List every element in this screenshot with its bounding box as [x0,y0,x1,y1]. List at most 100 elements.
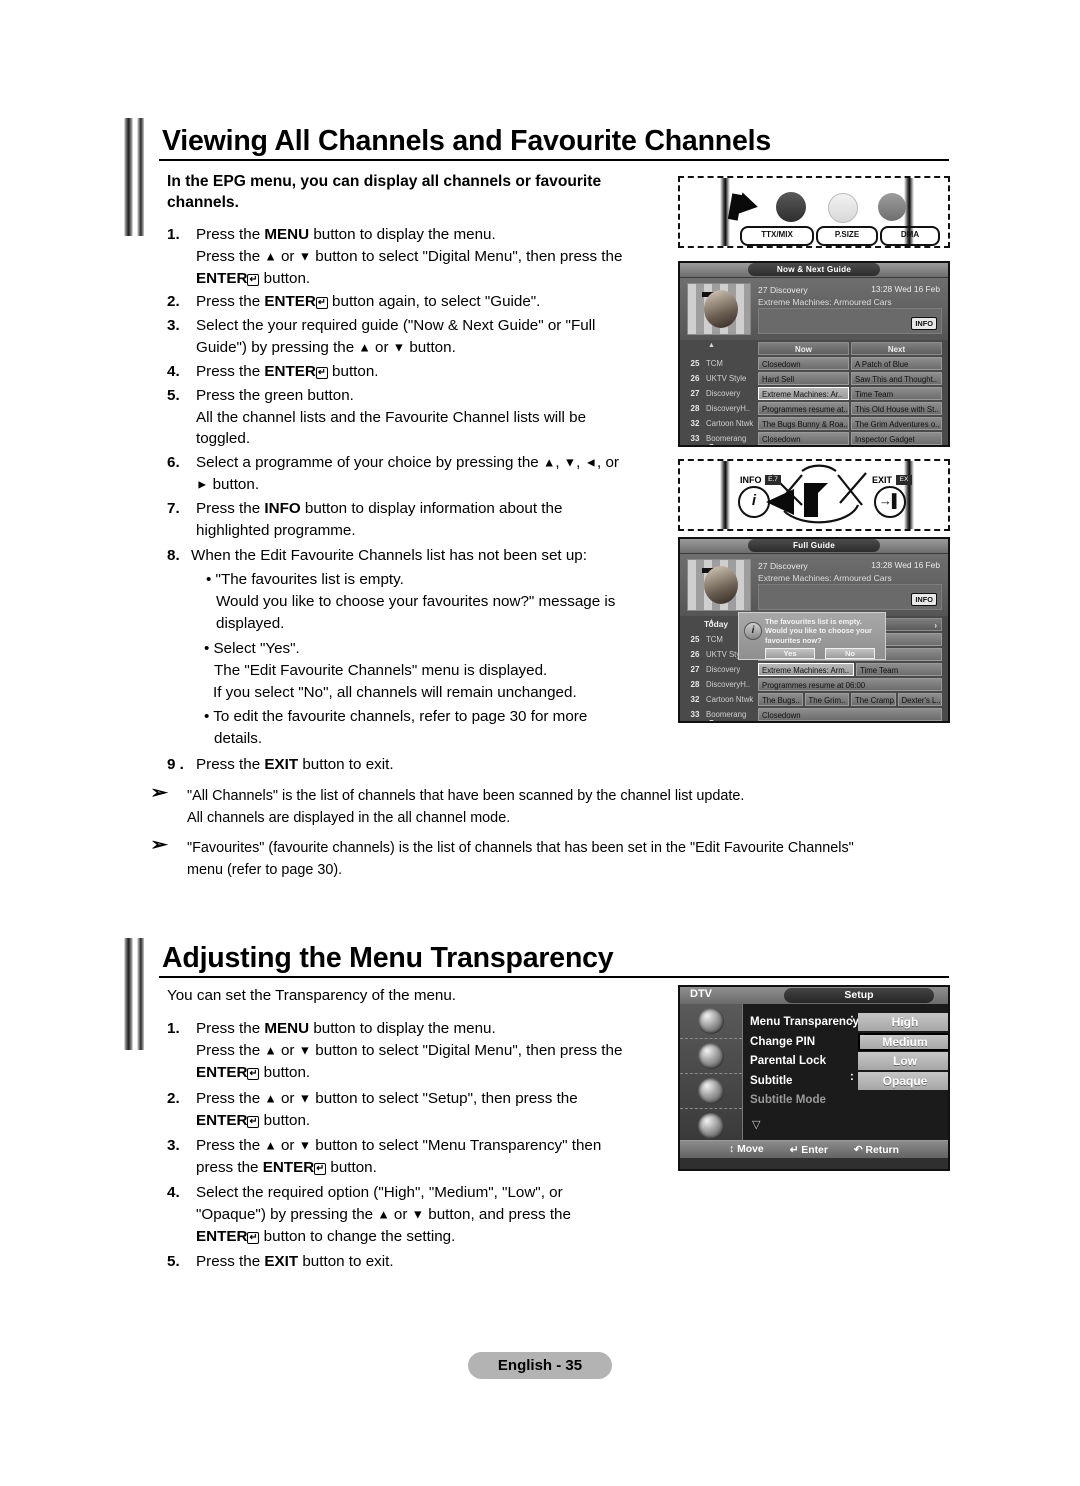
guide-grid: ▲ Now Next 25 TCM Closedown A Patch of B… [680,340,948,445]
white-button[interactable] [828,193,858,223]
cell-programme[interactable]: The Bugs.. [758,693,803,706]
cell-next[interactable]: Inspector Gadget [851,432,942,445]
option-low[interactable]: Low [858,1052,948,1070]
page-footer-badge: English - 35 [468,1352,612,1379]
option-opaque[interactable]: Opaque [858,1071,948,1090]
sidebar-item-picture[interactable] [680,1039,742,1074]
channel-number: 28 [690,680,700,689]
note-arrow-icon: ➢ [150,835,169,854]
sidebar-item-other[interactable] [680,1109,742,1143]
scroll-up-icon[interactable]: ▲ [708,618,715,625]
table-row[interactable]: 33 Boomerang Closedown [684,708,944,721]
step-number: 9 . [167,756,184,773]
bullet-continuation: details. [214,730,263,747]
footer-return[interactable]: ↶ Return [854,1144,899,1156]
table-row[interactable]: 28 DiscoveryH.. Programmes resume at.. T… [684,402,944,415]
note-text: "All Channels" is the list of channels t… [187,786,957,829]
programme-name: Extreme Machines: Armoured Cars [758,297,892,307]
no-button[interactable]: No [825,647,875,659]
scroll-down-icon[interactable]: ▼ [708,443,715,445]
table-row[interactable]: 33 Boomerang Closedown Inspector Gadget [684,432,944,445]
osd-title: Now & Next Guide [748,263,880,276]
cell-next[interactable]: Saw This and Thought.. [851,372,942,385]
cell-programme[interactable]: Time Team [856,663,942,676]
page-number-label: English - 35 [497,1357,583,1374]
programme-thumbnail [687,283,751,335]
grey-button[interactable] [878,193,906,221]
footer-enter[interactable]: ↵ Enter [790,1144,828,1156]
step-number: 1. [167,1020,180,1037]
sidebar-item-channel[interactable] [680,1004,742,1039]
table-row-selected[interactable]: 27 Discovery Extreme Machines: Arm.. Tim… [684,663,944,676]
table-row[interactable]: 26 UKTV Style Hard Sell Saw This and Tho… [684,372,944,385]
scroll-up-icon[interactable]: ▲ [708,342,715,349]
table-row-selected[interactable]: 27 Discovery Extreme Machines: Ar.. Time… [684,387,944,400]
cell-now[interactable]: Closedown [758,432,849,445]
column-header-next: Next [851,342,942,355]
exit-button[interactable]: →▌ [874,486,906,518]
step-text: Press the MENU button to display the men… [196,1020,623,1081]
cell-now-selected[interactable]: Extreme Machines: Ar.. [758,387,849,400]
green-button[interactable] [776,192,806,222]
cell-next[interactable]: A Patch of Blue [851,357,942,370]
setup-item-list: Menu Transparency Change PIN Parental Lo… [750,1012,859,1110]
table-row[interactable]: 32 Cartoon Ntwk The Bugs.. The Grim.. Th… [684,693,944,706]
cell-next[interactable]: Time Team [851,387,942,400]
bullet-item: • Select "Yes". [204,640,300,657]
channel-number: 32 [690,419,700,428]
clock: 13:28 Wed 16 Feb [871,284,940,294]
yes-button[interactable]: Yes [765,647,815,659]
option-high[interactable]: High [858,1013,948,1031]
dialog-message-line: favourites now? [765,635,822,645]
note-line: menu (refer to page 30). [187,861,343,878]
bullet-item: • To edit the favourite channels, refer … [204,708,588,725]
category-rail [680,1004,743,1140]
note-text: "Favourites" (favourite channels) is the… [187,838,967,881]
cell-programme[interactable]: Programmes resume at 06:00 [758,678,942,691]
table-row[interactable]: 28 DiscoveryH.. Programmes resume at 06:… [684,678,944,691]
step-number: 4. [167,363,180,380]
cell-programme[interactable]: Dexter's L.. [897,693,942,706]
channel-number: 27 [690,665,700,674]
cell-now[interactable]: Programmes resume at.. [758,402,849,415]
cell-now[interactable]: Hard Sell [758,372,849,385]
cell-programme[interactable]: The Grim.. [804,693,849,706]
osd-info-panel: 27 Discovery Extreme Machines: Armoured … [680,554,948,616]
cell-programme[interactable]: The Cramp.. [851,693,896,706]
setup-item-menu-transparency[interactable]: Menu Transparency [750,1012,859,1032]
section-intro-1: In the EPG menu, you can display all cha… [167,173,602,211]
step-text: Press the EXIT button to exit. [196,756,394,773]
setup-title: Setup [784,988,934,1003]
dialog-message-line: Would you like to choose your [765,626,873,636]
setup-item-change-pin[interactable]: Change PIN [750,1032,859,1052]
info-badge: INFO [911,317,937,330]
table-row[interactable]: 32 Cartoon Ntwk The Bugs Bunny & Roa.. T… [684,417,944,430]
grid-header-row: Now Next [684,342,944,355]
option-medium-selected[interactable]: Medium [858,1032,948,1051]
step-text: Press the INFO button to display informa… [196,500,563,539]
cell-now[interactable]: The Bugs Bunny & Roa.. [758,417,849,430]
step-text: Select a programme of your choice by pre… [196,454,619,494]
footer-move[interactable]: ↕ Move [729,1144,764,1155]
table-row[interactable]: 25 TCM Closedown A Patch of Blue [684,357,944,370]
cell-next[interactable]: The Grim Adventures o.. [851,417,942,430]
button-label-ttxmix: TTX/MIX [740,226,814,246]
section-title-2: Adjusting the Menu Transparency [162,942,614,974]
setup-item-parental-lock[interactable]: Parental Lock [750,1051,859,1071]
cell-now[interactable]: Closedown [758,357,849,370]
column-header-now: Now [758,342,849,355]
cell-programme[interactable]: Closedown [758,708,942,721]
step-number: 3. [167,1137,180,1154]
globe-icon [698,1113,724,1139]
osd-titlebar: Full Guide [680,539,948,554]
button-label-psize: P.SIZE [816,226,878,246]
scroll-down-icon[interactable]: ▼ [708,719,715,721]
cell-next[interactable]: This Old House with St.. [851,402,942,415]
scroll-down-icon[interactable]: ▽ [752,1118,760,1131]
sidebar-item-setup[interactable] [680,1074,742,1109]
osd-info-panel: 27 Discovery Extreme Machines: Armoured … [680,278,948,340]
cell-programme-selected[interactable]: Extreme Machines: Arm.. [758,663,854,676]
favourites-empty-dialog: i The favourites list is empty. Would yo… [738,612,886,660]
channel-name: Discovery [706,389,741,398]
setup-item-subtitle[interactable]: Subtitle [750,1071,859,1091]
